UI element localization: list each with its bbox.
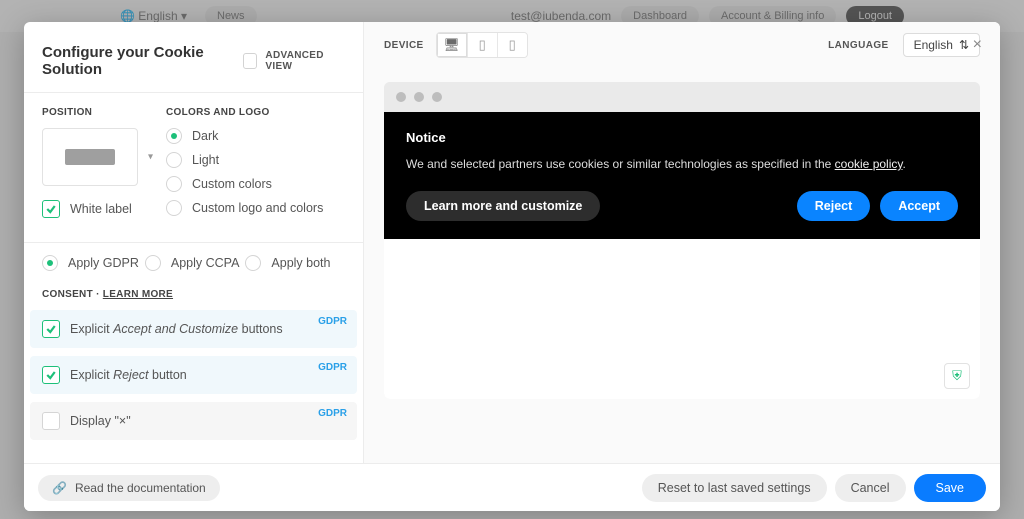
apply-ccpa-option[interactable]: Apply CCPA	[145, 255, 240, 271]
cookie-policy-link[interactable]: cookie policy	[835, 157, 903, 171]
white-label-checkbox[interactable]	[42, 200, 60, 218]
device-mobile-icon[interactable]: ▯	[497, 33, 527, 57]
explicit-reject-option[interactable]: Explicit Reject button GDPR	[30, 356, 357, 394]
advanced-view-toggle[interactable]: ADVANCED VIEW	[243, 50, 343, 72]
read-documentation-link[interactable]: 🔗 Read the documentation	[38, 475, 220, 501]
display-x-option[interactable]: Display "×" GDPR	[30, 402, 357, 440]
white-label-option[interactable]: White label	[42, 200, 138, 218]
chevron-down-icon[interactable]: ▾	[148, 152, 153, 163]
window-dot-icon	[414, 92, 424, 102]
language-label: LANGUAGE	[828, 40, 888, 51]
preview-panel: DEVICE 🖥 ▯ ▯ LANGUAGE English⇅	[364, 22, 1000, 463]
preview-browser: Notice We and selected partners use cook…	[384, 82, 980, 399]
save-button[interactable]: Save	[914, 474, 987, 502]
apply-gdpr-option[interactable]: Apply GDPR	[42, 255, 139, 271]
consent-learn-more[interactable]: LEARN MORE	[103, 289, 173, 300]
configure-modal: × Configure your Cookie Solution ADVANCE…	[24, 22, 1000, 511]
device-tablet-icon[interactable]: ▯	[467, 33, 497, 57]
apply-both-option[interactable]: Apply both	[245, 255, 330, 271]
modal-footer: 🔗 Read the documentation Reset to last s…	[24, 463, 1000, 511]
color-option-custom-colors[interactable]: Custom colors	[166, 176, 345, 192]
gdpr-tag: GDPR	[318, 362, 347, 373]
sort-icon: ⇅	[959, 38, 969, 52]
gdpr-tag: GDPR	[318, 408, 347, 419]
reset-button[interactable]: Reset to last saved settings	[642, 474, 827, 502]
advanced-view-checkbox[interactable]	[243, 53, 257, 69]
explicit-accept-option[interactable]: Explicit Accept and Customize buttons GD…	[30, 310, 357, 348]
window-dot-icon	[396, 92, 406, 102]
learn-more-button[interactable]: Learn more and customize	[406, 191, 600, 221]
modal-title: Configure your Cookie Solution	[42, 44, 243, 78]
colors-label: COLORS AND LOGO	[166, 107, 345, 118]
close-icon[interactable]: ×	[973, 36, 982, 54]
color-option-light[interactable]: Light	[166, 152, 345, 168]
position-label: POSITION	[42, 107, 138, 118]
gdpr-tag: GDPR	[318, 316, 347, 327]
window-dot-icon	[432, 92, 442, 102]
config-sidebar: Configure your Cookie Solution ADVANCED …	[24, 22, 364, 463]
privacy-shield-icon[interactable]: ⛨	[944, 363, 970, 389]
accept-button[interactable]: Accept	[880, 191, 958, 221]
consent-heading: CONSENT · LEARN MORE	[24, 283, 363, 310]
language-select[interactable]: English⇅	[903, 33, 980, 57]
device-label: DEVICE	[384, 40, 424, 51]
link-icon: 🔗	[52, 481, 67, 495]
cancel-button[interactable]: Cancel	[835, 474, 906, 502]
color-option-custom-logo[interactable]: Custom logo and colors	[166, 200, 345, 216]
reject-button[interactable]: Reject	[797, 191, 871, 221]
notice-title: Notice	[406, 130, 958, 145]
device-desktop-icon[interactable]: 🖥	[437, 33, 467, 57]
color-option-dark[interactable]: Dark	[166, 128, 345, 144]
position-selector[interactable]: ▾	[42, 128, 138, 186]
cookie-notice-preview: Notice We and selected partners use cook…	[384, 112, 980, 239]
